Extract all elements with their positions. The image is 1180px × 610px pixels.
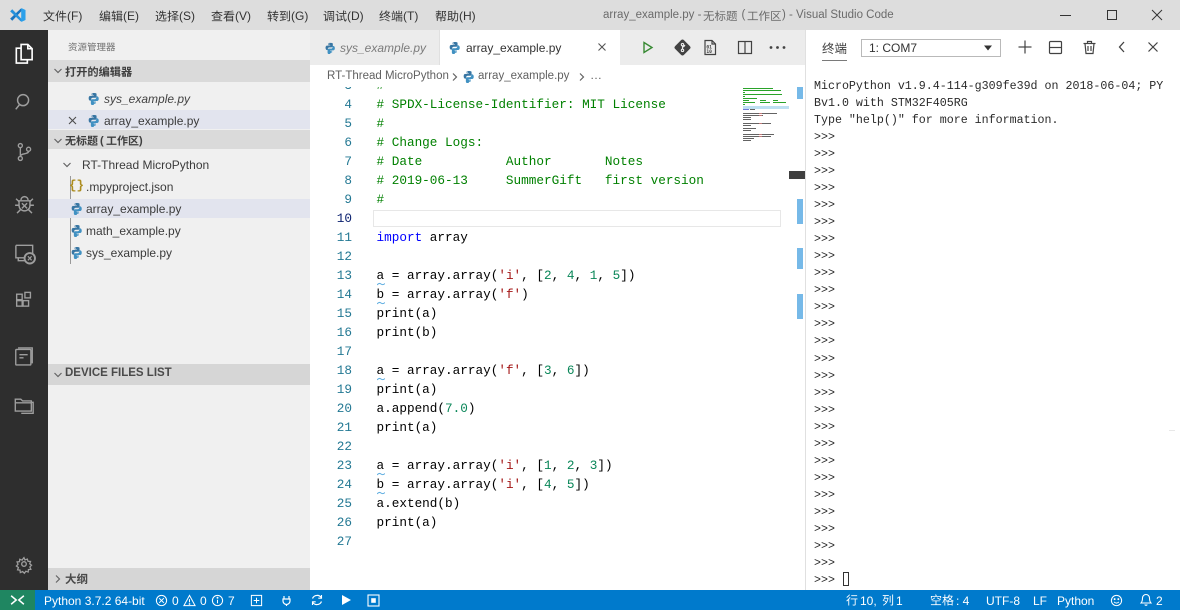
svg-text:10: 10 — [706, 49, 712, 55]
